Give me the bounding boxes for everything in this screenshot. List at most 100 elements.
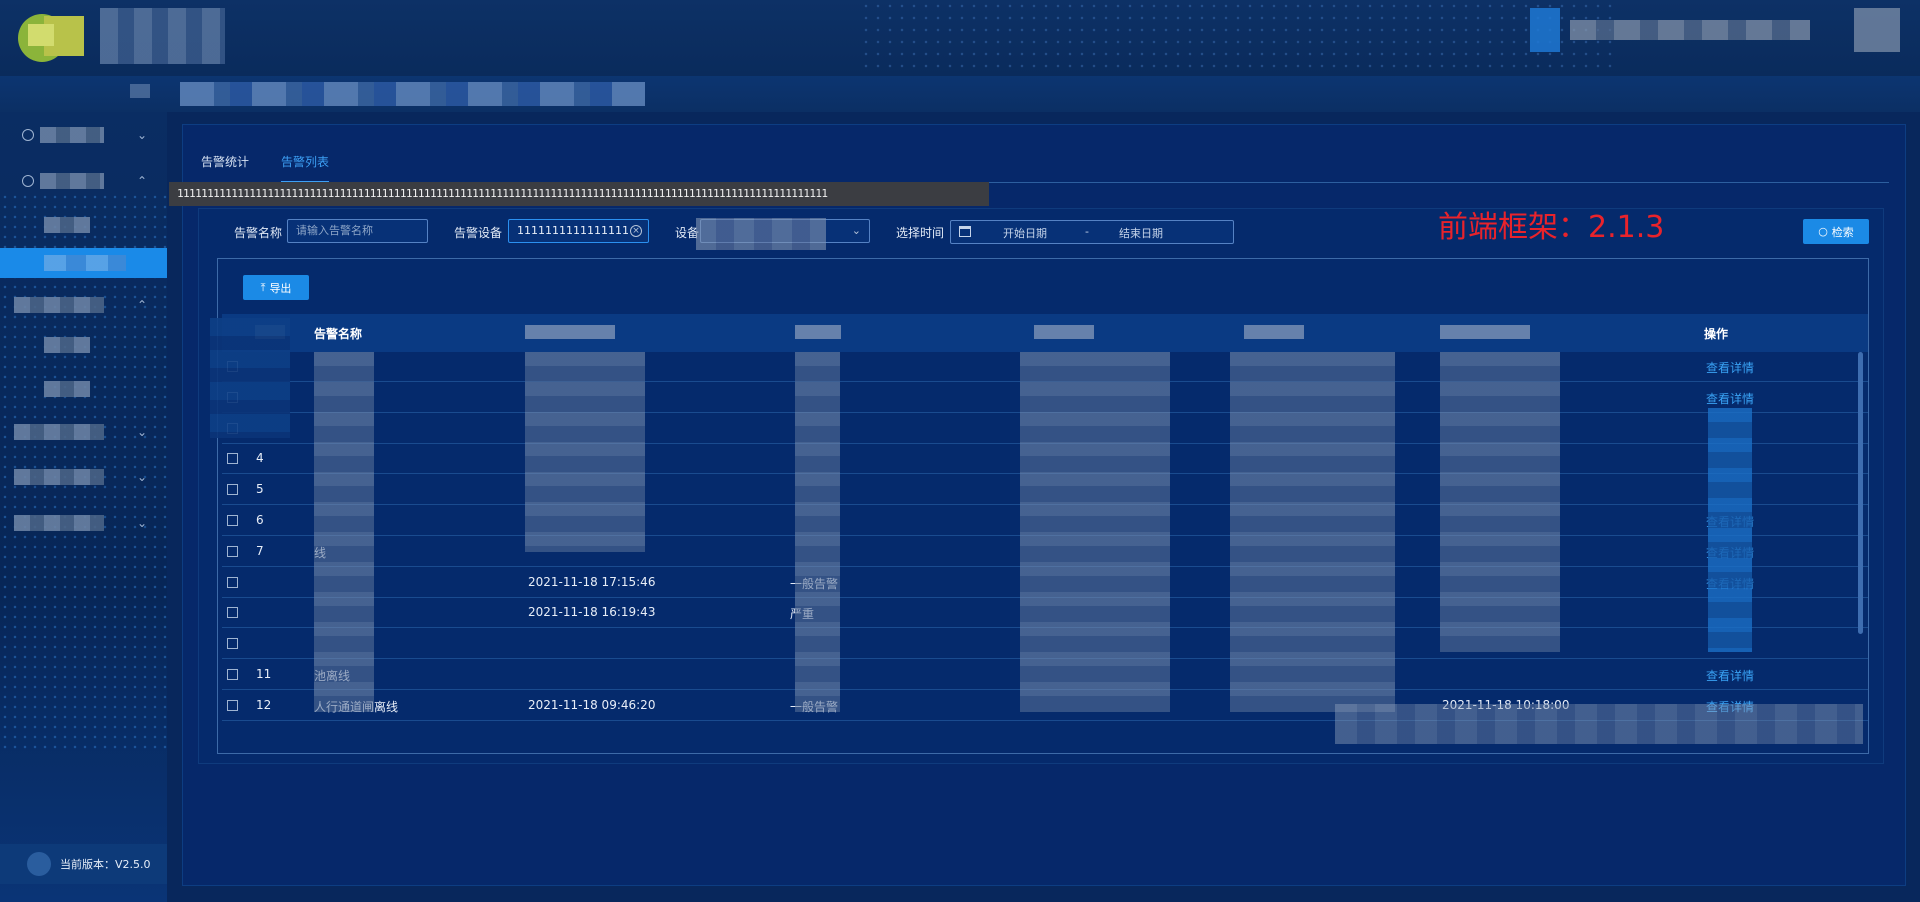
chevron-down-icon: ⌄ (136, 516, 147, 530)
version-info: 当前版本：V2.5.0 (0, 844, 167, 884)
tooltip-text: 1111111111111111111111111111111111111111… (177, 187, 828, 200)
row-checkbox[interactable] (227, 576, 238, 588)
alarm-name-placeholder: 请输入告警名称 (296, 224, 373, 237)
header-col-6 (1244, 325, 1304, 339)
sidebar-item-5[interactable]: ⌄ (0, 462, 167, 492)
range-separator: - (1085, 225, 1089, 238)
row-checkbox[interactable] (227, 638, 238, 650)
row-index: 12 (256, 697, 272, 712)
user-info (1570, 20, 1810, 40)
header-end-time (1440, 325, 1530, 339)
alarm-name-input[interactable]: 请输入告警名称 (287, 219, 428, 243)
start-date[interactable]: 开始日期 (1003, 225, 1047, 241)
sidebar-item-6[interactable]: ⌄ (0, 508, 167, 538)
row-checkbox[interactable] (227, 545, 238, 557)
chevron-down-icon: ⌄ (136, 470, 147, 484)
row-checkbox[interactable] (227, 484, 238, 496)
top-menu-items-redacted[interactable] (180, 82, 645, 106)
top-menu (0, 76, 1920, 112)
row-alarm-time: 2021-11-18 09:46:20 (528, 697, 656, 712)
row-checkbox[interactable] (227, 607, 238, 619)
sidebar-subitem-1[interactable] (0, 210, 167, 240)
date-range-picker[interactable]: 开始日期 - 结束日期 (950, 220, 1234, 244)
header-alarm-time (525, 325, 615, 339)
operation-column-redacted (1708, 408, 1752, 652)
row-index: 7 (256, 543, 264, 558)
user-area-redacted[interactable] (1530, 6, 1900, 54)
sidebar: ⌄ ⌃ ⌃ ⌄ ⌄ ⌄ (0, 112, 167, 902)
row-index: 11 (256, 667, 272, 681)
end-column-redacted (1440, 352, 1560, 652)
tab-alarm-stats[interactable]: 告警统计 (201, 153, 249, 183)
header-decoration (860, 0, 1620, 76)
col5-redacted (1020, 352, 1170, 712)
sidebar-subitem-3[interactable] (0, 374, 167, 404)
alarm-device-label: 告警设备 (454, 226, 503, 240)
row-index: 4 (256, 451, 264, 466)
search-icon: ○ (1818, 225, 1828, 238)
row-index: 5 (256, 482, 264, 497)
chevron-up-icon: ⌃ (136, 174, 147, 188)
view-details-link[interactable]: 查看详情 (1706, 390, 1754, 407)
search-button[interactable]: ○ 检索 (1803, 219, 1869, 244)
table-scrollbar[interactable] (1858, 352, 1863, 634)
sidebar-subitem-active[interactable] (0, 248, 167, 278)
sidebar-item-label (14, 424, 104, 440)
calendar-icon (959, 226, 971, 237)
menu-toggle-icon[interactable] (130, 84, 150, 98)
clear-icon[interactable]: × (630, 225, 642, 237)
header-alarm-name: 告警名称 (314, 327, 363, 341)
row-alarm-time: 2021-11-18 17:15:46 (528, 574, 656, 589)
alarm-device-value: 1111111111111111 (517, 224, 629, 237)
tab-alarm-list[interactable]: 告警列表 (281, 153, 330, 183)
device-select-redacted (696, 218, 826, 250)
time-column-redacted (525, 352, 645, 552)
chevron-down-icon: ⌄ (851, 224, 861, 237)
left-columns-redacted (210, 318, 290, 438)
top-header (0, 0, 1920, 76)
logo (18, 10, 90, 62)
version-label: 当前版本：V2.5.0 (60, 858, 151, 871)
clock-icon (22, 129, 34, 141)
view-details-link[interactable]: 查看详情 (1706, 359, 1754, 376)
alarm-device-input[interactable]: 1111111111111111 × (508, 219, 649, 243)
chevron-down-icon: ⌄ (136, 425, 147, 439)
sidebar-item-label (44, 381, 90, 397)
pagination-redacted[interactable] (1335, 704, 1863, 744)
tooltip: 1111111111111111111111111111111111111111… (169, 182, 989, 206)
col6-redacted (1230, 352, 1395, 712)
alarm-name-label: 告警名称 (234, 226, 283, 240)
header-operation: 操作 (1704, 327, 1729, 341)
row-checkbox[interactable] (227, 515, 238, 526)
user-icon[interactable] (1530, 8, 1560, 52)
sidebar-item-label (40, 127, 104, 143)
tab-bar: 告警统计 告警列表 (201, 153, 1889, 183)
sidebar-item-4[interactable]: ⌄ (0, 417, 167, 447)
sidebar-item-3[interactable]: ⌃ (0, 290, 167, 320)
sidebar-item-label (44, 337, 90, 353)
version-icon (27, 852, 51, 876)
sidebar-item-label (44, 255, 126, 271)
sidebar-subitem-2[interactable] (0, 330, 167, 360)
sidebar-item-2[interactable]: ⌃ (0, 166, 167, 196)
row-checkbox[interactable] (227, 699, 238, 711)
search-button-label: 检索 (1831, 225, 1854, 239)
time-label: 选择时间 (896, 226, 945, 240)
row-checkbox[interactable] (227, 669, 238, 680)
sidebar-item-label (40, 173, 104, 189)
row-checkbox[interactable] (227, 453, 238, 465)
sidebar-item-label (14, 297, 104, 313)
sidebar-item-label (44, 217, 90, 233)
view-details-link[interactable]: 查看详情 (1706, 667, 1754, 684)
export-button-label: 导出 (269, 281, 292, 295)
avatar[interactable] (1854, 8, 1900, 52)
chevron-up-icon: ⌃ (136, 298, 147, 312)
sidebar-item-label (14, 515, 104, 531)
brand-name-redacted (100, 8, 225, 64)
level-column-redacted (795, 352, 840, 712)
export-button[interactable]: ⤒ 导出 (243, 275, 309, 300)
sidebar-item-label (14, 469, 104, 485)
sidebar-item-1[interactable]: ⌄ (0, 120, 167, 150)
upload-icon: ⤒ (260, 280, 266, 294)
end-date[interactable]: 结束日期 (1119, 225, 1163, 241)
